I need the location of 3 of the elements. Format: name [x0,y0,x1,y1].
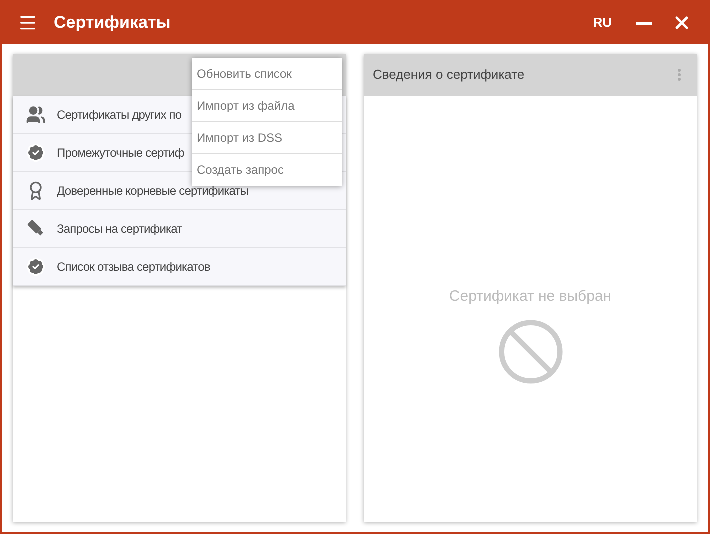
panel-title: Сведения о сертификате [373,66,525,84]
empty-message: Сертификат не выбран [449,287,612,307]
window-title: Сертификаты [54,12,171,34]
